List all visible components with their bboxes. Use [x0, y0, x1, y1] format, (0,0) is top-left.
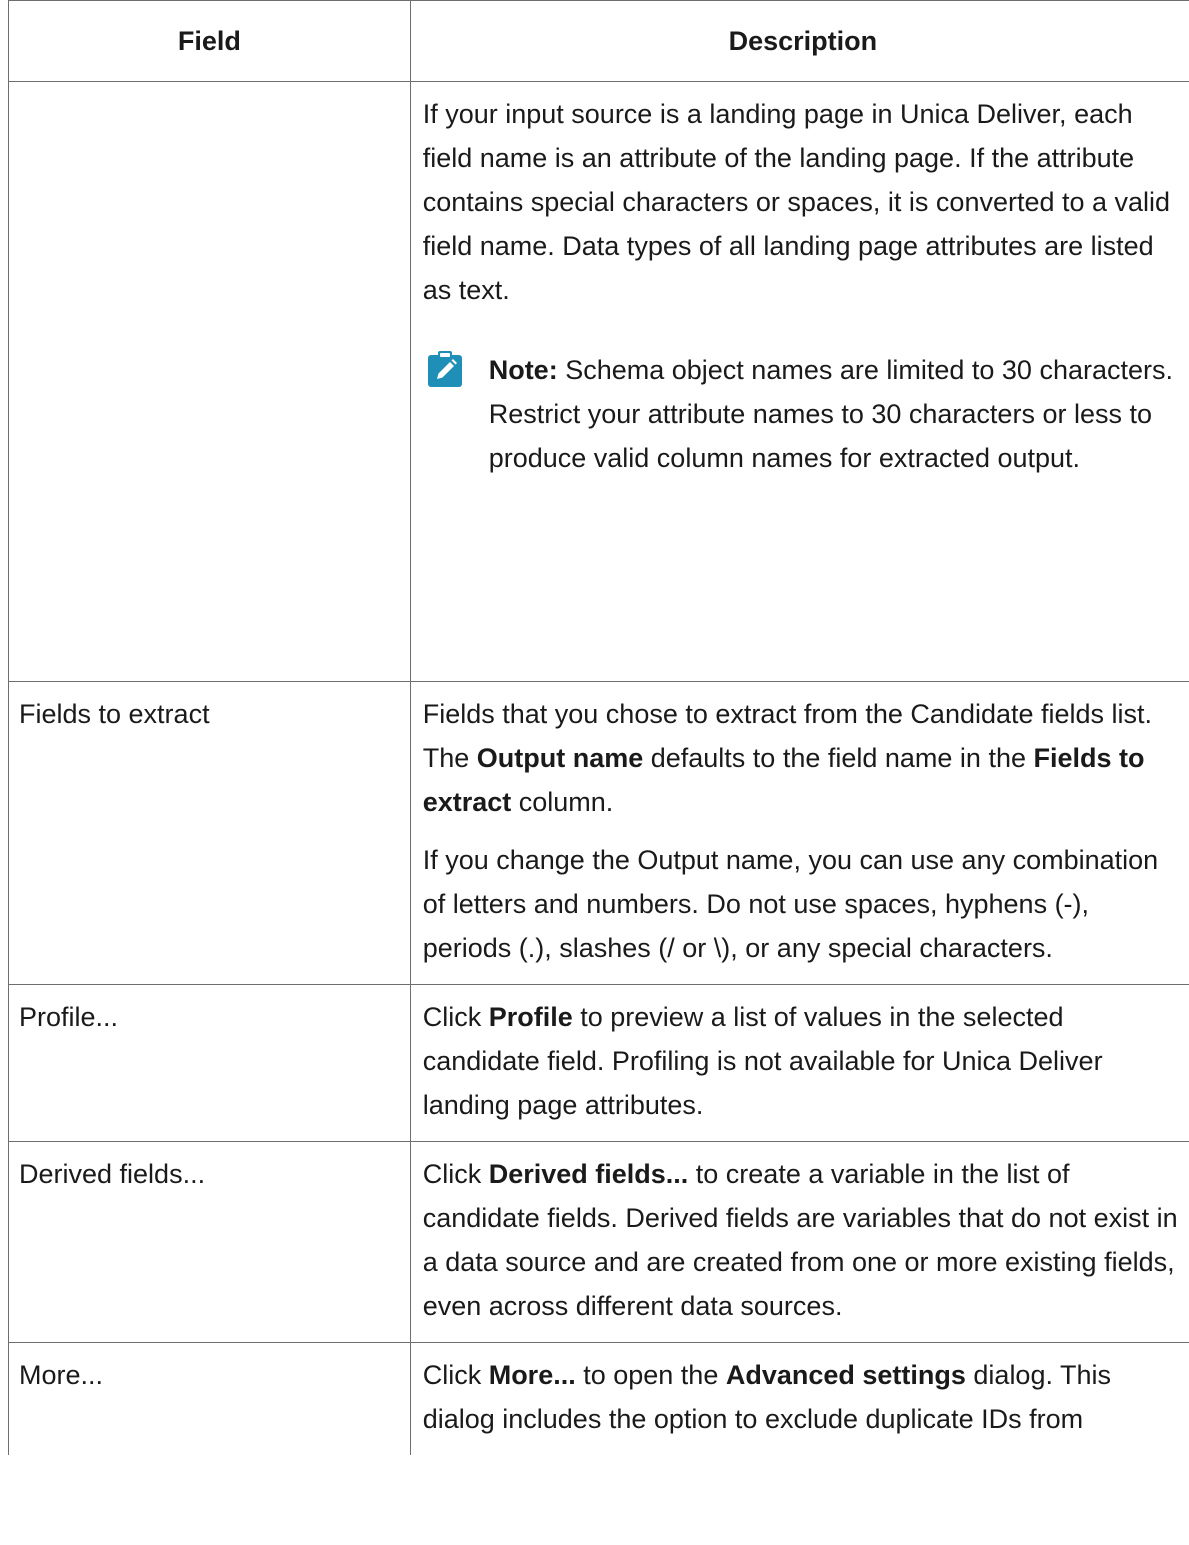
ui-term: More...	[488, 1360, 576, 1390]
description-paragraph: Click More... to open the Advanced setti…	[423, 1353, 1181, 1441]
text-run: Click	[422, 1002, 489, 1032]
table-row: More... Click More... to open the Advanc…	[8, 1342, 1189, 1455]
note-text: Schema object names are limited to 30 ch…	[488, 355, 1173, 473]
ui-term: Output name	[476, 743, 644, 773]
description-paragraph: Click Profile to preview a list of value…	[423, 995, 1181, 1127]
field-cell: Profile...	[8, 984, 411, 1142]
table-header-row: Field Description	[8, 0, 1189, 82]
text-run: defaults to the field name in the	[643, 743, 1034, 773]
ui-term: Derived fields...	[488, 1159, 689, 1189]
description-paragraph: If you change the Output name, you can u…	[422, 845, 1159, 963]
note-label: Note:	[488, 355, 558, 385]
table-row: Derived fields... Click Derived fields..…	[8, 1141, 1189, 1343]
header-description: Description	[409, 0, 1189, 82]
description-cell: Click More... to open the Advanced setti…	[409, 1342, 1189, 1455]
field-cell: Derived fields...	[8, 1141, 411, 1343]
text-run: Click	[422, 1159, 489, 1189]
text-run: Click	[422, 1360, 489, 1390]
table-row: Fields to extract Fields that you chose …	[8, 681, 1189, 985]
field-cell	[8, 81, 411, 682]
field-cell: Fields to extract	[8, 681, 411, 985]
description-cell: If your input source is a landing page i…	[409, 81, 1189, 682]
field-cell: More...	[8, 1342, 411, 1455]
header-field: Field	[8, 0, 411, 82]
description-cell: Click Profile to preview a list of value…	[409, 984, 1189, 1142]
ui-term: Profile	[488, 1002, 573, 1032]
description-cell: Click Derived fields... to create a vari…	[409, 1141, 1189, 1343]
field-description-table: Field Description If your input source i…	[8, 0, 1189, 1455]
description-paragraph: If your input source is a landing page i…	[422, 99, 1171, 305]
note-block: Note: Schema object names are limited to…	[423, 348, 1181, 480]
text-run: column.	[511, 787, 614, 817]
description-cell: Fields that you chose to extract from th…	[409, 681, 1189, 985]
description-paragraph: Fields that you chose to extract from th…	[423, 692, 1181, 824]
pencil-edit-icon	[427, 350, 463, 388]
table-row: If your input source is a landing page i…	[8, 81, 1189, 682]
ui-term: Advanced settings	[725, 1360, 966, 1390]
description-paragraph: Click Derived fields... to create a vari…	[423, 1152, 1181, 1328]
table-row: Profile... Click Profile to preview a li…	[8, 984, 1189, 1142]
text-run: to open the	[575, 1360, 726, 1390]
